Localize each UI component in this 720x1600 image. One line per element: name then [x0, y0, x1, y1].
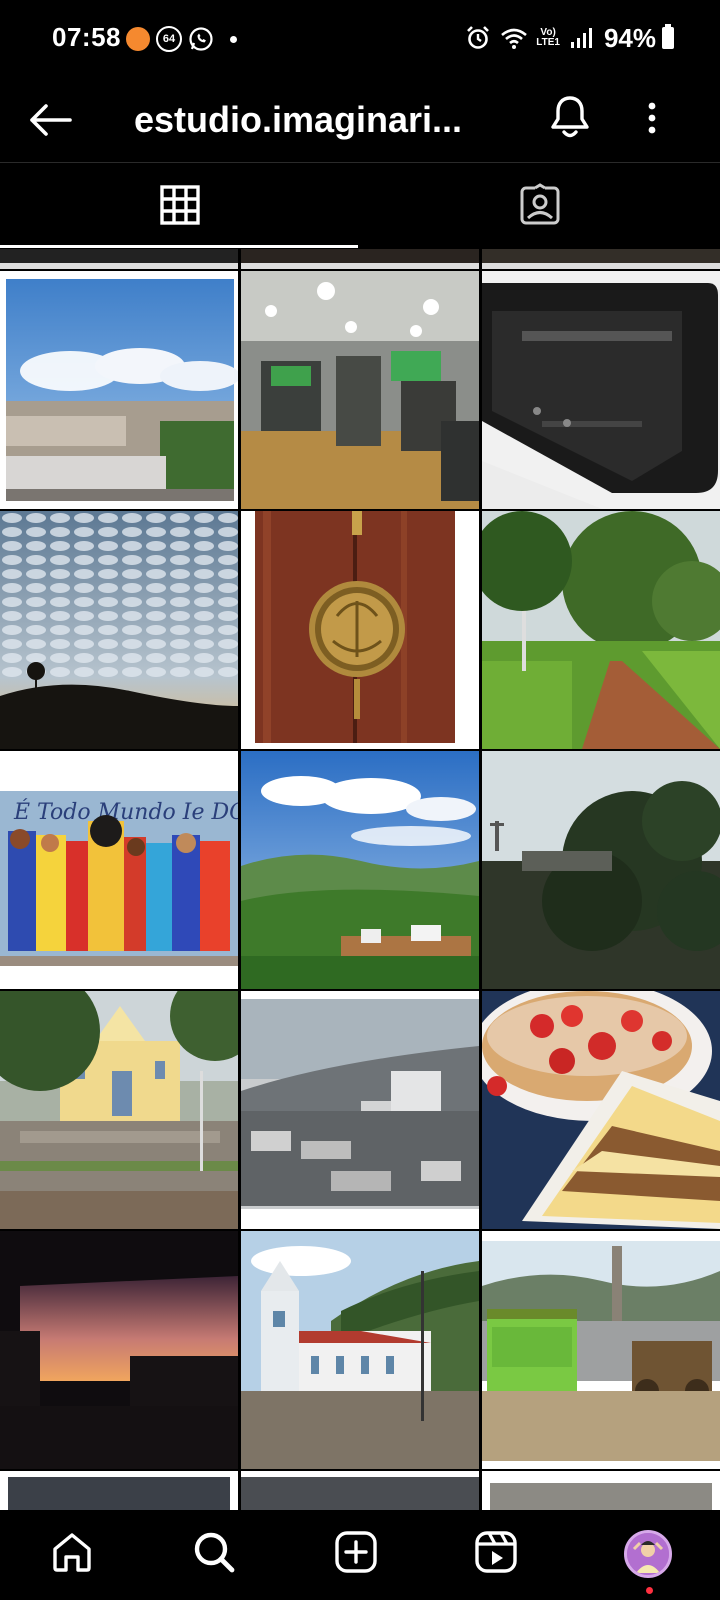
- bottom-navigation: [0, 1510, 720, 1600]
- nav-search[interactable]: [190, 1528, 238, 1576]
- wifi-icon: [501, 28, 528, 49]
- post-thumbnail-tree-statue[interactable]: [482, 751, 720, 989]
- post-thumbnail-strawberry-cake[interactable]: [482, 991, 720, 1229]
- post-thumbnail-green-valley[interactable]: [241, 751, 479, 989]
- post-image: [482, 271, 720, 509]
- network-type: Vo) LTE1: [536, 27, 560, 48]
- tab-posts-grid[interactable]: [0, 163, 360, 247]
- post-thumbnail-clouds-sky[interactable]: [0, 511, 238, 749]
- post-thumbnail-church-square[interactable]: [0, 991, 238, 1229]
- whatsapp-icon: [189, 27, 213, 51]
- post-image: [241, 511, 479, 749]
- notifications-bell-icon[interactable]: [548, 92, 592, 142]
- post-thumbnail[interactable]: [482, 249, 720, 269]
- post-thumbnail-city-sky[interactable]: [0, 271, 238, 509]
- post-thumbnail-sunset-silhouette[interactable]: [0, 1231, 238, 1469]
- post-thumbnail[interactable]: [0, 249, 238, 269]
- status-time: 07:58: [52, 22, 121, 52]
- post-thumbnail-green-kiosk[interactable]: [482, 1231, 720, 1469]
- post-image: [0, 1231, 238, 1469]
- post-image: [0, 991, 238, 1229]
- more-notifications-dot: [230, 35, 237, 43]
- nav-profile-avatar[interactable]: [624, 1530, 672, 1578]
- nav-create[interactable]: [332, 1528, 380, 1576]
- post-thumbnail[interactable]: [241, 249, 479, 269]
- post-image: [241, 1231, 479, 1469]
- search-icon: [194, 1532, 235, 1573]
- posts-grid: É Todo Mundo Ie DC: [0, 249, 720, 1510]
- create-icon: [335, 1531, 377, 1573]
- post-image: [0, 511, 238, 749]
- post-image: [482, 1231, 720, 1469]
- post-thumbnail[interactable]: [0, 1471, 238, 1510]
- back-arrow-icon[interactable]: [26, 98, 74, 142]
- avatar: [627, 1533, 669, 1575]
- post-thumbnail-gym-blur[interactable]: [241, 271, 479, 509]
- home-icon: [53, 1533, 91, 1572]
- app-notification-icon: [126, 27, 150, 51]
- grid-icon: [160, 185, 200, 225]
- alarm-icon: [467, 26, 490, 49]
- battery-icon: [662, 24, 674, 49]
- reels-icon: [475, 1531, 517, 1573]
- nav-reels[interactable]: [472, 1528, 520, 1576]
- profile-tabs: [0, 163, 720, 249]
- signal-icon: [570, 28, 592, 48]
- notification-icons: 64: [126, 25, 237, 53]
- post-thumbnail[interactable]: [482, 1471, 720, 1510]
- post-thumbnail-device-closeup[interactable]: [482, 271, 720, 509]
- battery-percentage: 94%: [603, 22, 656, 53]
- post-image: [241, 271, 479, 509]
- post-thumbnail-wooden-door[interactable]: [241, 511, 479, 749]
- more-options-icon[interactable]: [640, 92, 664, 142]
- tab-selected-indicator: [0, 245, 358, 248]
- post-thumbnail-city-gray[interactable]: [241, 991, 479, 1229]
- post-image: [241, 991, 479, 1229]
- notification-count-badge: 64: [156, 26, 182, 52]
- profile-header: estudio.imaginari...: [0, 78, 720, 162]
- post-image: [482, 511, 720, 749]
- profile-username: estudio.imaginari...: [134, 99, 463, 140]
- system-icons: Vo) LTE1 94%: [464, 22, 656, 54]
- post-thumbnail-dirt-road-trees[interactable]: [482, 511, 720, 749]
- post-image: [482, 991, 720, 1229]
- post-image: [241, 751, 479, 989]
- post-thumbnail[interactable]: [241, 1471, 479, 1510]
- status-bar: 07:58 64 Vo) LTE1 94%: [0, 0, 720, 78]
- post-thumbnail-white-church[interactable]: [241, 1231, 479, 1469]
- tagged-icon: [520, 183, 560, 225]
- mural-text: É Todo Mundo Ie DC: [13, 798, 238, 825]
- profile-notification-dot: [646, 1587, 653, 1594]
- nav-home[interactable]: [48, 1528, 96, 1576]
- post-image: [482, 751, 720, 989]
- post-image: É Todo Mundo Ie DC: [0, 751, 238, 989]
- tab-tagged[interactable]: [360, 163, 720, 247]
- post-thumbnail-street-mural[interactable]: É Todo Mundo Ie DC: [0, 751, 238, 989]
- post-image: [6, 279, 238, 501]
